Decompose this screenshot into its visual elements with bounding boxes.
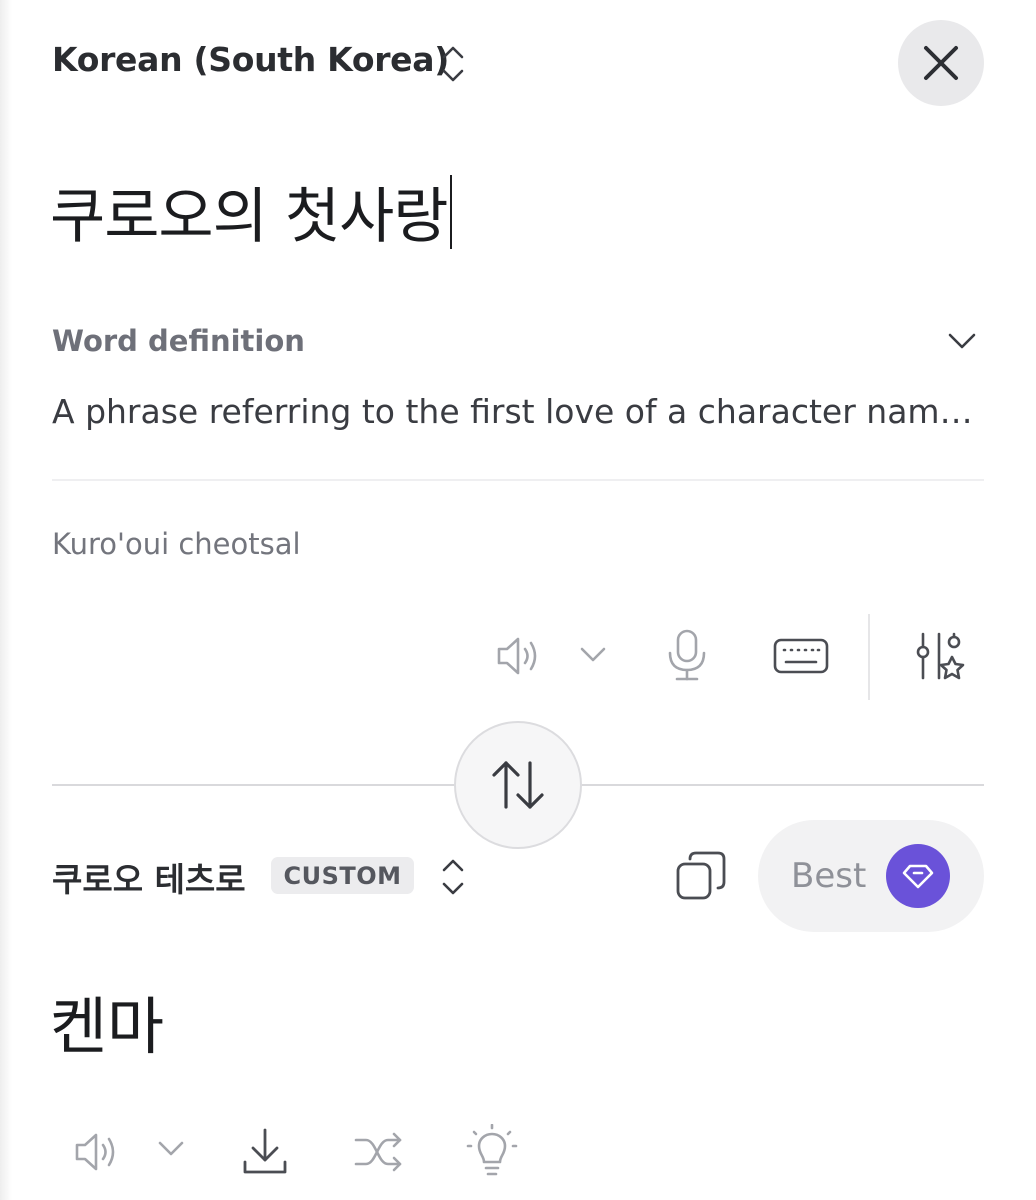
speaker-icon[interactable] xyxy=(72,1128,124,1176)
translator-panel: Korean (South Korea) 쿠로오의 첫사랑 Word defin… xyxy=(0,0,1036,1200)
source-text-input[interactable]: 쿠로오의 첫사랑 xyxy=(50,168,453,255)
text-cursor xyxy=(450,174,453,249)
source-text: 쿠로오의 첫사랑 xyxy=(50,182,448,252)
source-language-chevron-icon[interactable] xyxy=(440,44,466,84)
best-label: Best xyxy=(791,856,867,896)
shuffle-icon[interactable] xyxy=(352,1128,406,1176)
translation-text: 켄마 xyxy=(50,990,165,1063)
word-definition-label: Word definition xyxy=(52,324,305,358)
keyboard-icon[interactable] xyxy=(772,636,830,676)
target-language-label[interactable]: 쿠로오 테츠로 xyxy=(52,853,246,901)
definition-expand-chevron-icon[interactable] xyxy=(946,330,978,352)
diamond-icon xyxy=(902,862,934,890)
left-edge-shadow xyxy=(0,0,12,1200)
transliteration-text: Kuro'oui cheotsal xyxy=(52,527,301,561)
close-icon xyxy=(922,44,960,82)
word-definition-text: A phrase referring to the first love of … xyxy=(52,392,982,431)
toolbar-separator xyxy=(868,614,870,700)
close-button[interactable] xyxy=(898,20,984,106)
source-language-label[interactable]: Korean (South Korea) xyxy=(52,40,449,79)
best-quality-toggle[interactable]: Best xyxy=(758,820,984,932)
microphone-icon[interactable] xyxy=(664,628,710,684)
divider xyxy=(52,479,984,481)
download-icon[interactable] xyxy=(240,1126,290,1178)
target-language-chevron-icon[interactable] xyxy=(440,857,466,897)
premium-badge xyxy=(886,844,950,908)
speaker-icon[interactable] xyxy=(494,632,546,680)
voice-options-chevron-icon[interactable] xyxy=(156,1138,186,1160)
settings-sliders-star-icon[interactable] xyxy=(912,628,968,686)
lightbulb-icon[interactable] xyxy=(466,1124,518,1178)
swap-languages-button[interactable] xyxy=(454,721,582,849)
copy-icon[interactable] xyxy=(674,850,728,902)
swap-arrows-icon xyxy=(486,757,550,813)
voice-options-chevron-icon[interactable] xyxy=(578,644,608,666)
custom-badge: CUSTOM xyxy=(271,857,414,894)
